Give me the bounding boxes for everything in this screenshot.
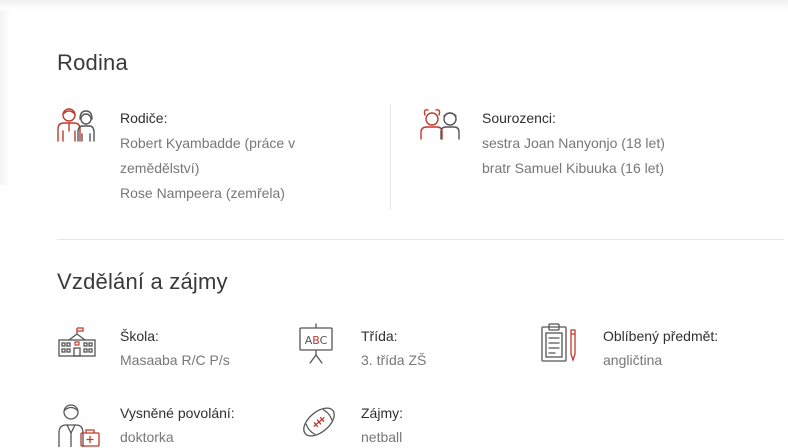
parent-line: zemědělství) [120,160,200,176]
dream-job-label: Vysněné povolání: [120,405,235,421]
rugby-ball-icon [299,402,339,442]
dream-job-value: doktorka [120,429,174,445]
sibling-line: bratr Samuel Kibuuka (16 let) [482,160,665,176]
parent-line: Rose Nampeera (zemřela) [120,185,285,201]
top-shadow [0,0,788,10]
school-value: Masaaba R/C P/s [120,352,230,368]
school-block: Škola: Masaaba R/C P/s [120,325,230,371]
parents-label: Rodiče: [120,110,168,126]
left-shadow [0,10,10,185]
siblings-icon [419,107,461,141]
interests-block: Zájmy: netball [361,402,403,448]
grade-label: Třída: [361,328,398,344]
subject-value: angličtina [603,352,663,368]
clipboard-pencil-icon [540,322,580,364]
sibling-line: sestra Joan Nanyonjo (18 let) [482,135,665,151]
doctor-icon [57,403,101,447]
interests-label: Zájmy: [361,405,403,421]
parents-block: Rodiče: Robert Kyambadde (práce v zemědě… [120,106,295,206]
abc-board-icon: ABC [298,323,334,365]
section-title-family: Rodina [57,50,128,75]
dream-job-block: Vysněné povolání: doktorka [120,402,235,448]
grade-value: 3. třída ZŠ [361,352,427,368]
parent-line: Robert Kyambadde (práce v [120,135,296,151]
subject-label: Oblíbený předmět: [603,328,719,344]
grade-block: Třída: 3. třída ZŠ [361,325,426,371]
siblings-block: Sourozenci: sestra Joan Nanyonjo (18 let… [482,106,665,181]
parents-icon [56,107,98,143]
column-divider [390,104,391,210]
svg-text:ABC: ABC [305,334,328,347]
interests-value: netball [361,429,403,445]
section-divider [57,239,784,240]
section-title-education: Vzdělání a zájmy [57,269,228,294]
school-building-icon [57,326,99,358]
subject-block: Oblíbený předmět: angličtina [603,325,718,371]
school-label: Škola: [120,328,159,344]
siblings-label: Sourozenci: [482,110,556,126]
